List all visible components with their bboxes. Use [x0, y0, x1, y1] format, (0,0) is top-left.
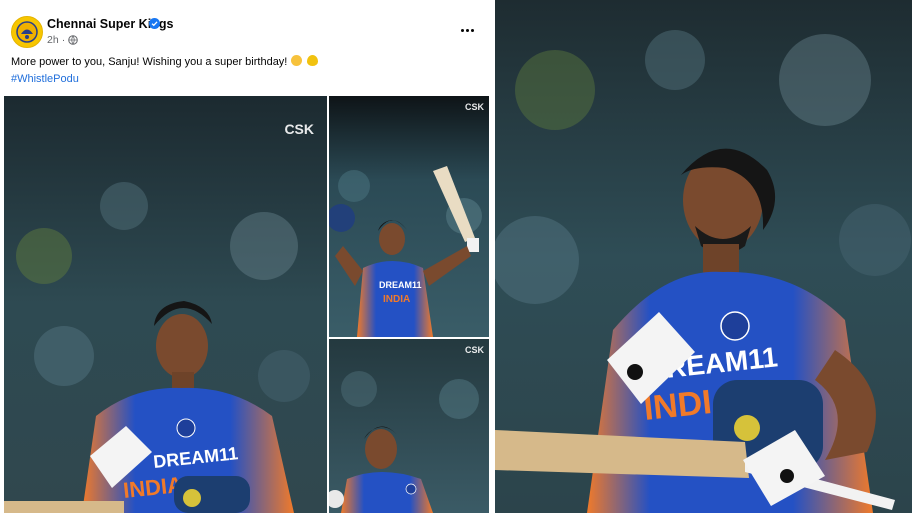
hashtag-link[interactable]: #WhistlePodu	[11, 73, 79, 85]
page-avatar[interactable]	[11, 16, 43, 48]
verified-badge-icon	[149, 18, 160, 29]
yellow-heart-emoji	[306, 55, 318, 66]
svg-text:CSK: CSK	[465, 345, 485, 355]
cricketer-smiling-image: CSK	[329, 339, 489, 513]
cricketer-celebration-zoomed-image: DREAM11 INDIA	[495, 0, 912, 513]
caption-text: More power to you, Sanju! Wishing you a …	[11, 56, 288, 68]
post-header: Chennai Super Kings 2h · More power to y…	[0, 0, 492, 95]
svg-text:CSK: CSK	[465, 102, 485, 112]
post-caption: More power to you, Sanju! Wishing you a …	[11, 55, 318, 68]
post-timestamp[interactable]: 2h	[47, 34, 59, 46]
facebook-post: Chennai Super Kings 2h · More power to y…	[0, 0, 492, 513]
cricketer-celebration-image: CSK DREAM11 INDIA	[4, 96, 327, 513]
more-options-icon	[460, 28, 464, 32]
more-options-button[interactable]	[455, 22, 479, 38]
meta-separator: ·	[61, 34, 66, 46]
svg-text:INDIA: INDIA	[383, 294, 410, 305]
smiling-face-with-sunglasses-emoji	[291, 55, 303, 66]
post-meta: 2h ·	[47, 34, 78, 46]
globe-icon	[68, 35, 78, 45]
zoomed-photo-panel: DREAM11 INDIA	[495, 0, 912, 513]
post-photo-smile[interactable]: CSK	[329, 339, 489, 513]
cricketer-raising-bat-image: CSK DREAM11 INDIA	[329, 96, 489, 337]
post-photo-bat-raise[interactable]: CSK DREAM11 INDIA	[329, 96, 489, 337]
watermark-text: CSK	[284, 121, 314, 137]
post-photo-main[interactable]: CSK DREAM11 INDIA	[4, 96, 327, 513]
svg-text:DREAM11: DREAM11	[379, 280, 422, 290]
